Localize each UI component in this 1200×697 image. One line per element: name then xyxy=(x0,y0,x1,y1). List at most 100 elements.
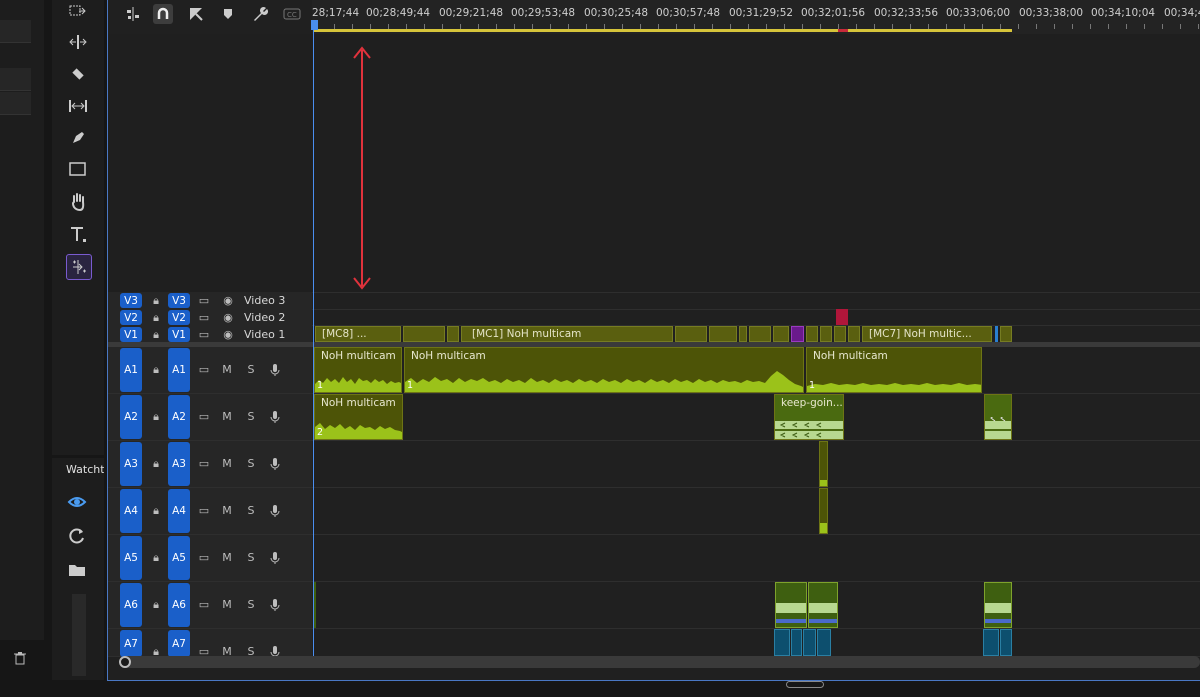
video-clip[interactable] xyxy=(836,309,848,325)
video-clip[interactable] xyxy=(995,326,998,342)
lock-icon[interactable]: 🔒︎ xyxy=(149,409,163,424)
nest-sequence-icon[interactable] xyxy=(123,4,143,24)
video-clip[interactable] xyxy=(709,326,737,342)
microphone-icon[interactable] xyxy=(268,409,282,424)
lock-icon[interactable]: 🔒︎ xyxy=(149,362,163,377)
video-clip[interactable] xyxy=(848,326,860,342)
mute-button[interactable]: M xyxy=(220,597,234,612)
sync-lock-icon[interactable]: ▭ xyxy=(197,550,211,565)
source-patch-a3[interactable]: A3 xyxy=(120,442,142,486)
source-patch-a7[interactable]: A7 xyxy=(120,630,142,657)
video-clip[interactable] xyxy=(403,326,445,342)
eye-icon[interactable]: ◉ xyxy=(221,293,235,308)
video-clip[interactable]: [MC1] NoH multicam xyxy=(461,326,673,342)
eye-icon[interactable]: ◉ xyxy=(221,327,235,342)
source-patch-v3[interactable]: V3 xyxy=(120,293,142,308)
video-clip[interactable]: [MC7] NoH multic... xyxy=(862,326,992,342)
lock-icon[interactable]: 🔒︎ xyxy=(149,503,163,518)
microphone-icon[interactable] xyxy=(268,503,282,518)
video-clip[interactable] xyxy=(749,326,771,342)
track-target-v2[interactable]: V2 xyxy=(168,310,190,325)
rectangle-icon[interactable] xyxy=(66,158,90,182)
lock-icon[interactable]: 🔒︎ xyxy=(149,310,163,325)
track-target-a3[interactable]: A3 xyxy=(168,442,190,486)
solo-button[interactable]: S xyxy=(244,409,258,424)
mute-button[interactable]: M xyxy=(220,550,234,565)
source-patch-a4[interactable]: A4 xyxy=(120,489,142,533)
eye-icon[interactable] xyxy=(67,492,87,512)
lock-icon[interactable]: 🔒︎ xyxy=(149,550,163,565)
track-target-a1[interactable]: A1 xyxy=(168,348,190,392)
pen-icon[interactable] xyxy=(66,126,90,150)
solo-button[interactable]: S xyxy=(244,362,258,377)
audio-clip[interactable]: NoH multicam 1 xyxy=(404,347,804,393)
track-target-a4[interactable]: A4 xyxy=(168,489,190,533)
source-patch-a5[interactable]: A5 xyxy=(120,536,142,580)
sync-lock-icon[interactable]: ▭ xyxy=(197,310,211,325)
add-marker-icon[interactable] xyxy=(218,4,238,24)
project-row[interactable] xyxy=(0,20,31,43)
track-target-v3[interactable]: V3 xyxy=(168,293,190,308)
solo-button[interactable]: S xyxy=(244,456,258,471)
source-patch-a1[interactable]: A1 xyxy=(120,348,142,392)
video-clip[interactable] xyxy=(806,326,818,342)
folder-icon[interactable] xyxy=(67,560,87,580)
linked-selection-icon[interactable] xyxy=(186,4,206,24)
captions-icon[interactable]: CC xyxy=(282,4,302,24)
source-patch-v1[interactable]: V1 xyxy=(120,327,142,342)
ripple-edit-icon[interactable] xyxy=(66,30,90,54)
slip-icon[interactable] xyxy=(66,94,90,118)
audio-clip[interactable] xyxy=(983,629,999,656)
watch-scrollbar[interactable] xyxy=(72,594,86,676)
video-clip[interactable] xyxy=(447,326,459,342)
project-row[interactable] xyxy=(0,68,31,91)
mute-button[interactable]: M xyxy=(220,456,234,471)
audio-clip[interactable] xyxy=(774,629,790,656)
panel-resize-grip[interactable] xyxy=(786,681,824,688)
track-target-a6[interactable]: A6 xyxy=(168,583,190,627)
video-clip[interactable] xyxy=(820,326,832,342)
lock-icon[interactable]: 🔒︎ xyxy=(149,597,163,612)
audio-clip[interactable] xyxy=(819,441,828,487)
wrench-icon[interactable] xyxy=(250,4,270,24)
audio-clip[interactable] xyxy=(817,629,831,656)
track-target-a7[interactable]: A7 xyxy=(168,630,190,657)
sync-lock-icon[interactable]: ▭ xyxy=(197,293,211,308)
video-clip[interactable] xyxy=(773,326,789,342)
panel-divider[interactable] xyxy=(44,0,52,697)
refresh-icon[interactable] xyxy=(67,526,87,546)
sync-lock-icon[interactable]: ▭ xyxy=(197,456,211,471)
trash-icon[interactable] xyxy=(12,651,28,667)
audio-clip[interactable]: NoH multicam 1 xyxy=(314,347,402,393)
eye-icon[interactable]: ◉ xyxy=(221,310,235,325)
track-select-forward-icon[interactable] xyxy=(66,0,90,24)
audio-clip[interactable] xyxy=(819,488,828,534)
sync-lock-icon[interactable]: ▭ xyxy=(197,362,211,377)
audio-clip[interactable]: keep-goin... xyxy=(774,394,844,440)
source-patch-v2[interactable]: V2 xyxy=(120,310,142,325)
mute-button[interactable]: M xyxy=(220,362,234,377)
audio-clip[interactable] xyxy=(775,582,807,628)
sync-lock-icon[interactable]: ▭ xyxy=(197,597,211,612)
video-clip[interactable]: [MC8] ... xyxy=(315,326,401,342)
audio-clip[interactable] xyxy=(984,582,1012,628)
track-target-a2[interactable]: A2 xyxy=(168,395,190,439)
microphone-icon[interactable] xyxy=(268,362,282,377)
solo-button[interactable]: S xyxy=(244,503,258,518)
video-clip[interactable] xyxy=(739,326,747,342)
solo-button[interactable]: S xyxy=(244,550,258,565)
track-target-a5[interactable]: A5 xyxy=(168,536,190,580)
video-clip[interactable] xyxy=(791,326,804,342)
video-clip[interactable] xyxy=(834,326,846,342)
audio-clip[interactable] xyxy=(803,629,816,656)
video-clip[interactable] xyxy=(1000,326,1012,342)
solo-button[interactable]: S xyxy=(244,597,258,612)
lock-icon[interactable]: 🔒︎ xyxy=(149,327,163,342)
razor-icon[interactable] xyxy=(66,62,90,86)
type-icon[interactable] xyxy=(66,222,90,246)
sync-lock-icon[interactable]: ▭ xyxy=(197,409,211,424)
microphone-icon[interactable] xyxy=(268,597,282,612)
source-patch-a2[interactable]: A2 xyxy=(120,395,142,439)
source-patch-a6[interactable]: A6 xyxy=(120,583,142,627)
audio-clip[interactable]: NoH multicam 2 xyxy=(314,394,403,440)
